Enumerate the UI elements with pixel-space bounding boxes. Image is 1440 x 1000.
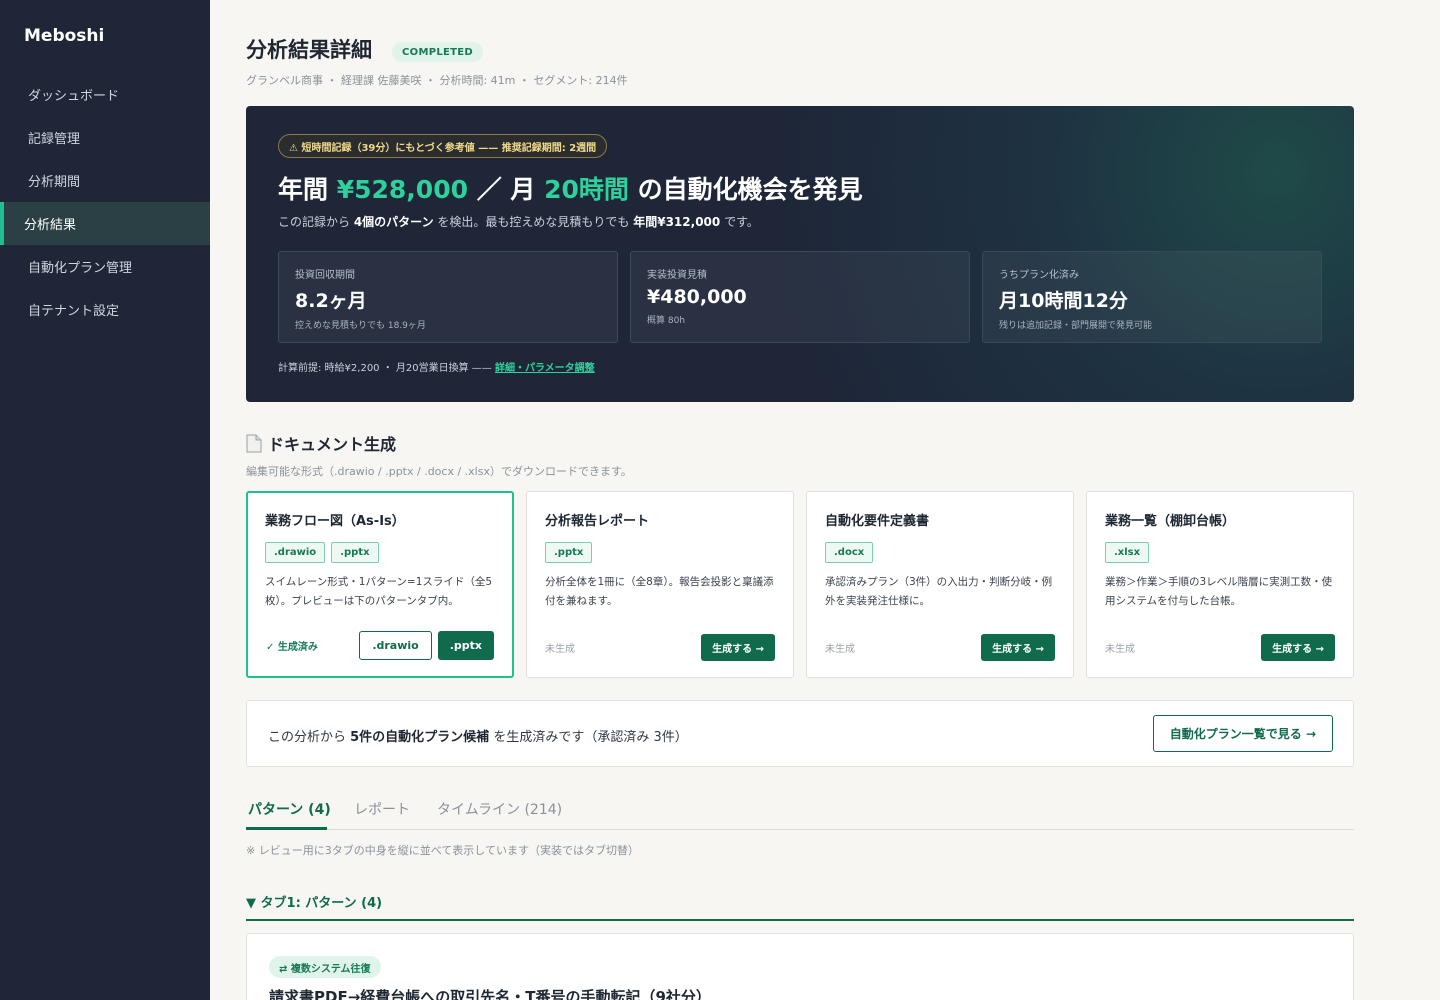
- hero-subtext: この記録から 4個のパターン を検出。最も控えめな見積もりでも 年間¥312,0…: [278, 213, 759, 230]
- format-tag: .drawio: [265, 542, 326, 563]
- headline-sep: ／ 月: [467, 175, 545, 204]
- doc-status: 未生成: [545, 644, 575, 655]
- active-tab-indicator: [246, 827, 327, 830]
- brand-logo[interactable]: Meboshi: [24, 26, 104, 46]
- plan-prefix: この分析から: [268, 730, 351, 745]
- warning-text: ⚠ 短時間記録（39分）にもとづく参考値 —— 推奨記録期間: 2週間: [289, 142, 597, 154]
- plan-suffix: を生成済みです（承認済み 3件）: [489, 730, 688, 745]
- sidebar-item-dashboard[interactable]: ダッシュボード: [0, 73, 210, 116]
- format-tag: .docx: [825, 542, 874, 563]
- pattern-category-badge: ⇄ 複数システム往復: [269, 956, 381, 978]
- doc-status: ✓ 生成済み: [266, 642, 318, 653]
- doc-card-inventory[interactable]: 業務一覧（棚卸台帳） .xlsx 業務＞作業＞手順の3レベル階層に実測工数・使用…: [1086, 491, 1354, 678]
- doc-title: 業務一覧（棚卸台帳）: [1105, 514, 1236, 529]
- doc-desc: 業務＞作業＞手順の3レベル階層に実測工数・使用システムを付与した台帳。: [1105, 576, 1333, 607]
- review-note: ※ レビュー用に3タブの中身を縦に並べて表示しています（実装ではタブ切替）: [246, 844, 639, 857]
- sidebar-item-records[interactable]: 記録管理: [0, 116, 210, 159]
- doc-desc: スイムレーン形式・1パターン=1スライド（全5枚）。プレビューは下のパターンタブ…: [265, 576, 493, 607]
- sidebar-item-periods[interactable]: 分析期間: [0, 159, 210, 202]
- sidebar-item-results[interactable]: 分析結果: [0, 202, 210, 245]
- stat-note: 控えめな見積もりでも 18.9ヶ月: [295, 321, 426, 331]
- stat-value: ¥480,000: [647, 286, 747, 308]
- doc-title: 業務フロー図（As-Is）: [265, 514, 405, 529]
- summary-hero: ⚠ 短時間記録（39分）にもとづく参考値 —— 推奨記録期間: 2週間 年間 ¥…: [246, 106, 1354, 402]
- analysis-meta: グランベル商事 ・ 経理課 佐藤美咲 ・ 分析時間: 41m ・ セグメント: …: [246, 74, 628, 87]
- sub-amount: 年間¥312,000: [633, 215, 721, 229]
- stat-card-payback: 投資回収期間 8.2ヶ月 控えめな見積もりでも 18.9ヶ月: [278, 251, 618, 343]
- tab-patterns[interactable]: パターン (4): [248, 799, 331, 819]
- page-title: 分析結果詳細: [246, 38, 372, 62]
- doc-title: 自動化要件定義書: [825, 514, 930, 529]
- format-tag: .xlsx: [1105, 542, 1150, 563]
- doc-title: 分析報告レポート: [545, 514, 650, 529]
- sidebar-nav: ダッシュボード 記録管理 分析期間 分析結果 自動化プラン管理 自テナント設定: [0, 73, 210, 331]
- view-plans-button[interactable]: 自動化プラン一覧で見る →: [1152, 715, 1333, 752]
- result-tabs: パターン (4) レポート タイムライン (214): [246, 790, 1354, 830]
- documents-description: 編集可能な形式（.drawio / .pptx / .docx / .xlsx）…: [246, 465, 632, 478]
- calc-assumption: 計算前提: 時給¥2,200 ・ 月20営業日換算 —— 詳細・パラメータ調整: [278, 359, 595, 374]
- plan-summary-text: この分析から 5件の自動化プラン候補 を生成済みです（承認済み 3件）: [268, 726, 688, 745]
- documents-section-title: ドキュメント生成: [246, 431, 396, 455]
- stat-label: うちプラン化済み: [999, 270, 1079, 281]
- stat-card-planned: うちプラン化済み 月10時間12分 残りは追加記録・部門展開で発見可能: [982, 251, 1322, 343]
- short-record-warning: ⚠ 短時間記録（39分）にもとづく参考値 —— 推奨記録期間: 2週間: [278, 134, 608, 158]
- parameter-adjust-link[interactable]: 詳細・パラメータ調整: [495, 363, 595, 374]
- sub-patterns: 4個のパターン: [353, 215, 434, 229]
- doc-status: 未生成: [1105, 644, 1135, 655]
- doc-desc: 承認済みプラン（3件）の入出力・判断分岐・例外を実装発注仕様に。: [825, 576, 1053, 607]
- status-badge: COMPLETED: [392, 42, 483, 62]
- stat-card-investment: 実装投資見積 ¥480,000 概算 80h: [630, 251, 970, 343]
- assumption-text: 計算前提: 時給¥2,200 ・ 月20営業日換算 ——: [278, 363, 495, 374]
- document-icon: [246, 434, 262, 453]
- sidebar-item-tenant-settings[interactable]: 自テナント設定: [0, 288, 210, 331]
- headline-amount: ¥528,000: [336, 175, 468, 204]
- format-tag: .pptx: [331, 542, 379, 563]
- hero-headline: 年間 ¥528,000 ／ 月 20時間 の自動化機会を発見: [278, 170, 863, 206]
- stat-note: 概算 80h: [647, 316, 686, 326]
- stat-label: 投資回収期間: [295, 270, 355, 281]
- tab-timeline[interactable]: タイムライン (214): [437, 799, 562, 819]
- sub-mid: を検出。最も控えめな見積もりでも: [433, 215, 634, 229]
- plan-count: 5件の自動化プラン候補: [350, 730, 490, 745]
- pattern-title: 請求書PDF→経費台帳への取引先名・T番号の手動転記（9社分）: [269, 988, 711, 1000]
- headline-hours: 20時間: [544, 175, 629, 204]
- format-tag: .pptx: [545, 542, 593, 563]
- headline-prefix: 年間: [278, 175, 337, 204]
- generate-requirements-button[interactable]: 生成する →: [981, 634, 1055, 661]
- doc-card-flow-diagram[interactable]: 業務フロー図（As-Is） .drawio .pptx スイムレーン形式・1パタ…: [246, 491, 514, 678]
- pattern-card[interactable]: ⇄ 複数システム往復 請求書PDF→経費台帳への取引先名・T番号の手動転記（9社…: [246, 933, 1354, 1000]
- sidebar-item-plans[interactable]: 自動化プラン管理: [0, 245, 210, 288]
- doc-desc: 分析全体を1冊に（全8章）。報告会投影と稟議添付を兼ねます。: [545, 576, 774, 607]
- download-drawio-button[interactable]: .drawio: [359, 631, 432, 660]
- stat-label: 実装投資見積: [647, 270, 707, 281]
- stat-note: 残りは追加記録・部門展開で発見可能: [999, 321, 1153, 331]
- tab-report[interactable]: レポート: [354, 799, 410, 819]
- stat-value: 8.2ヶ月: [295, 290, 367, 312]
- stat-value: 月10時間12分: [999, 290, 1128, 312]
- doc-card-requirements[interactable]: 自動化要件定義書 .docx 承認済みプラン（3件）の入出力・判断分岐・例外を実…: [806, 491, 1074, 678]
- doc-status: 未生成: [825, 644, 855, 655]
- generate-inventory-button[interactable]: 生成する →: [1261, 634, 1335, 661]
- documents-title-text: ドキュメント生成: [268, 435, 397, 454]
- generate-report-button[interactable]: 生成する →: [701, 634, 775, 661]
- headline-suffix: の自動化機会を発見: [628, 175, 863, 204]
- sidebar: Meboshi ダッシュボード 記録管理 分析期間 分析結果 自動化プラン管理 …: [0, 0, 210, 1000]
- sub-suffix: です。: [720, 215, 759, 229]
- download-pptx-button[interactable]: .pptx: [437, 631, 494, 660]
- doc-card-report[interactable]: 分析報告レポート .pptx 分析全体を1冊に（全8章）。報告会投影と稟議添付を…: [526, 491, 794, 678]
- sub-prefix: この記録から: [278, 215, 354, 229]
- tab-section-header[interactable]: ▼ タブ1: パターン (4): [246, 892, 1354, 921]
- automation-plan-summary: この分析から 5件の自動化プラン候補 を生成済みです（承認済み 3件） 自動化プ…: [246, 700, 1354, 767]
